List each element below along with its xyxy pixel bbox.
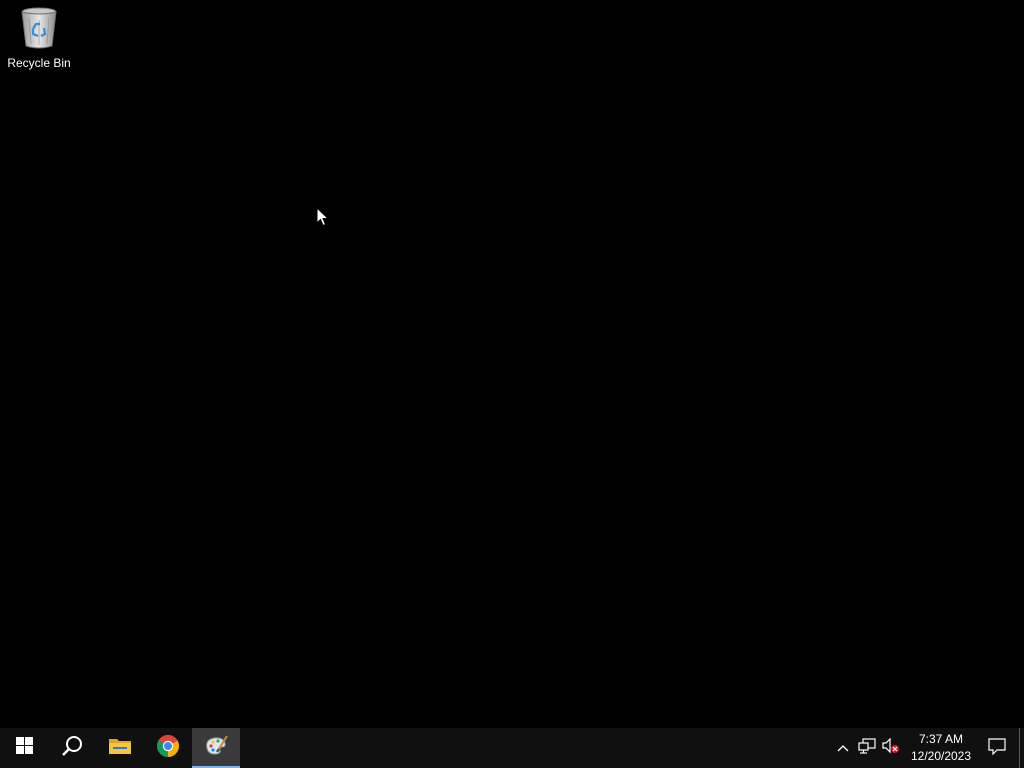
taskbar-chrome[interactable]: [144, 728, 192, 768]
chevron-up-icon: [837, 739, 849, 757]
system-tray: 7:37 AM 12/20/2023: [831, 728, 1024, 768]
search-icon: [61, 735, 83, 762]
folder-icon: [108, 736, 132, 761]
desktop-icon-label: Recycle Bin: [7, 56, 71, 70]
paint-palette-icon: [203, 734, 229, 763]
network-button[interactable]: [855, 728, 879, 768]
taskbar: 7:37 AM 12/20/2023: [0, 728, 1024, 768]
mouse-pointer-icon: [316, 206, 330, 227]
volume-muted-icon: [882, 737, 900, 759]
network-icon: [858, 737, 876, 759]
clock[interactable]: 7:37 AM 12/20/2023: [907, 728, 975, 768]
taskbar-paint[interactable]: [192, 728, 240, 768]
volume-button[interactable]: [879, 728, 903, 768]
clock-time: 7:37 AM: [918, 732, 964, 746]
action-center-icon: [988, 737, 1006, 760]
show-hidden-icons-button[interactable]: [831, 728, 855, 768]
taskbar-file-explorer[interactable]: [96, 728, 144, 768]
desktop-icon-recycle-bin[interactable]: Recycle Bin: [4, 4, 74, 74]
show-desktop-button[interactable]: [1019, 728, 1024, 768]
action-center-button[interactable]: [975, 728, 1019, 768]
desktop[interactable]: Recycle Bin: [0, 0, 1024, 728]
chrome-icon: [156, 734, 180, 763]
start-button[interactable]: [0, 728, 48, 768]
search-button[interactable]: [48, 728, 96, 768]
clock-date: 12/20/2023: [910, 749, 972, 763]
windows-logo-icon: [15, 737, 33, 759]
recycle-bin-icon: [15, 4, 63, 52]
